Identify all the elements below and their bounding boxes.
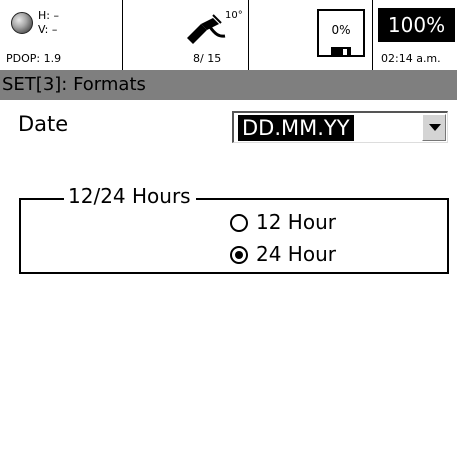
radio-12-hour-label: 12 Hour (256, 210, 336, 234)
radio-checked-icon[interactable] (230, 246, 248, 264)
disk-slot (331, 47, 351, 57)
gps-globe-icon (11, 12, 33, 34)
status-divider (122, 0, 123, 70)
gps-h-value: H: – (38, 9, 59, 22)
battery-percent: 100% (378, 8, 455, 42)
clock-time: 02:14 a.m. (381, 52, 441, 65)
pdop-value: PDOP: 1.9 (6, 52, 62, 65)
hours-format-group-title: 12/24 Hours (64, 184, 196, 208)
date-format-value: DD.MM.YY (238, 115, 354, 141)
gps-v-value: V: – (38, 23, 58, 36)
dropdown-arrow-icon[interactable] (422, 114, 446, 141)
date-format-label: Date (18, 112, 69, 136)
storage-percent: 0% (331, 23, 351, 37)
radio-24-hour[interactable]: 24 Hour (230, 242, 336, 266)
radio-24-hour-label: 24 Hour (256, 242, 336, 266)
satellite-icon (187, 14, 226, 44)
storage-disk-icon: 0% (317, 9, 365, 57)
satellite-angle: 10° (225, 10, 243, 21)
status-bar: H: – V: – PDOP: 1.9 10° 8/ 15 0% 100% 02… (0, 0, 457, 70)
radio-12-hour[interactable]: 12 Hour (230, 210, 336, 234)
status-divider (372, 0, 373, 70)
date-format-select[interactable]: DD.MM.YY (232, 111, 448, 143)
satellite-count: 8/ 15 (193, 52, 222, 65)
status-divider (248, 0, 249, 70)
page-title: SET[3]: Formats (0, 70, 457, 100)
radio-unchecked-icon[interactable] (230, 214, 248, 232)
